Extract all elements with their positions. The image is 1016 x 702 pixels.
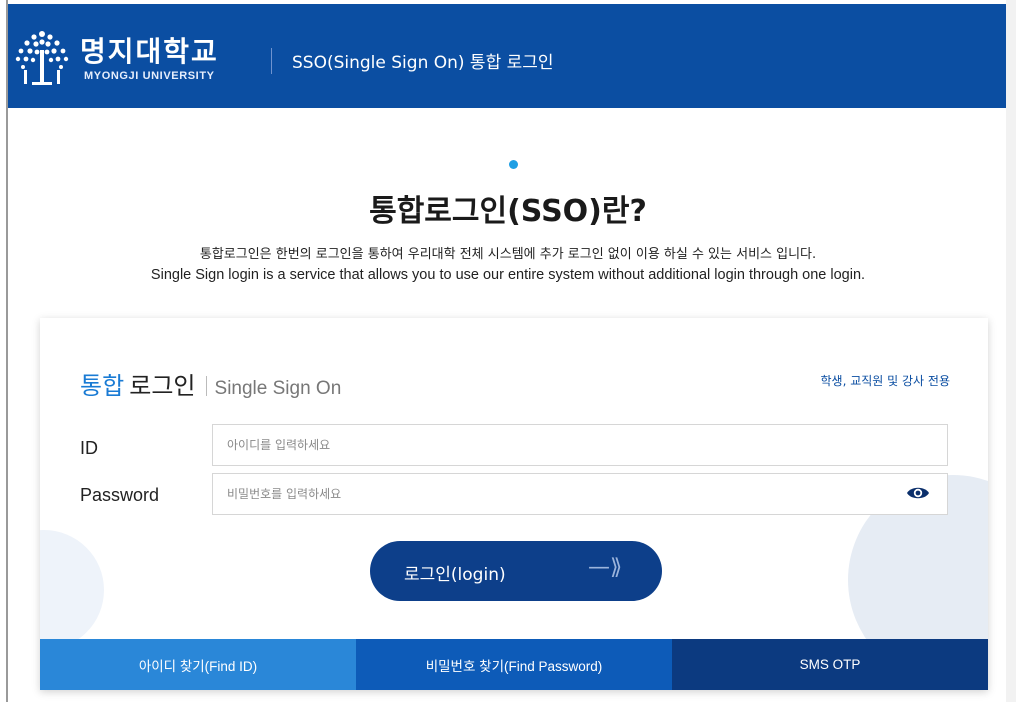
login-card: 통합 로그인 Single Sign On 학생, 교직원 및 강사 전용 ID … <box>40 318 988 690</box>
login-audience-note: 학생, 교직원 및 강사 전용 <box>820 374 950 388</box>
login-title-highlight: 통합 <box>80 372 125 400</box>
login-button[interactable]: 로그인(login) —⟫ <box>370 541 662 601</box>
id-label: ID <box>80 438 98 458</box>
intro-description-korean: 통합로그인은 한번의 로그인을 통하여 우리대학 전체 시스템에 추가 로그인 … <box>199 247 817 262</box>
login-title-english: Single Sign On <box>214 378 342 399</box>
password-label: Password <box>80 485 160 505</box>
eye-icon[interactable] <box>906 484 930 502</box>
tree-emblem-icon <box>15 31 69 85</box>
decorative-dot <box>509 160 518 169</box>
find-id-link[interactable]: 아이디 찾기(Find ID) <box>40 639 356 690</box>
arrow-right-icon: —⟫ <box>588 555 623 580</box>
id-input[interactable] <box>212 424 948 466</box>
intro-description-english: Single Sign login is a service that allo… <box>150 267 866 283</box>
sms-otp-link[interactable]: SMS OTP <box>672 639 988 690</box>
header-bar: 명지대학교 MYONGJI UNIVERSITY SSO(Single Sign… <box>8 4 1006 108</box>
bottom-link-bar: 아이디 찾기(Find ID) 비밀번호 찾기(Find Password) S… <box>40 639 988 690</box>
header-divider <box>271 48 272 74</box>
login-button-label: 로그인(login) <box>404 565 506 585</box>
window-border-right <box>1006 0 1016 702</box>
login-title-main: 로그인 <box>129 372 196 400</box>
university-logo-english: MYONGJI UNIVERSITY <box>84 70 215 82</box>
title-divider <box>205 376 207 396</box>
login-card-title: 통합 로그인 Single Sign On <box>80 366 341 401</box>
decorative-circle-left <box>40 530 104 650</box>
password-input[interactable] <box>212 473 948 515</box>
intro-heading: 통합로그인(SSO)란? <box>369 194 647 229</box>
university-logo-korean: 명지대학교 <box>80 35 219 68</box>
page-title: SSO(Single Sign On) 통합 로그인 <box>292 53 554 73</box>
find-password-link[interactable]: 비밀번호 찾기(Find Password) <box>356 639 672 690</box>
